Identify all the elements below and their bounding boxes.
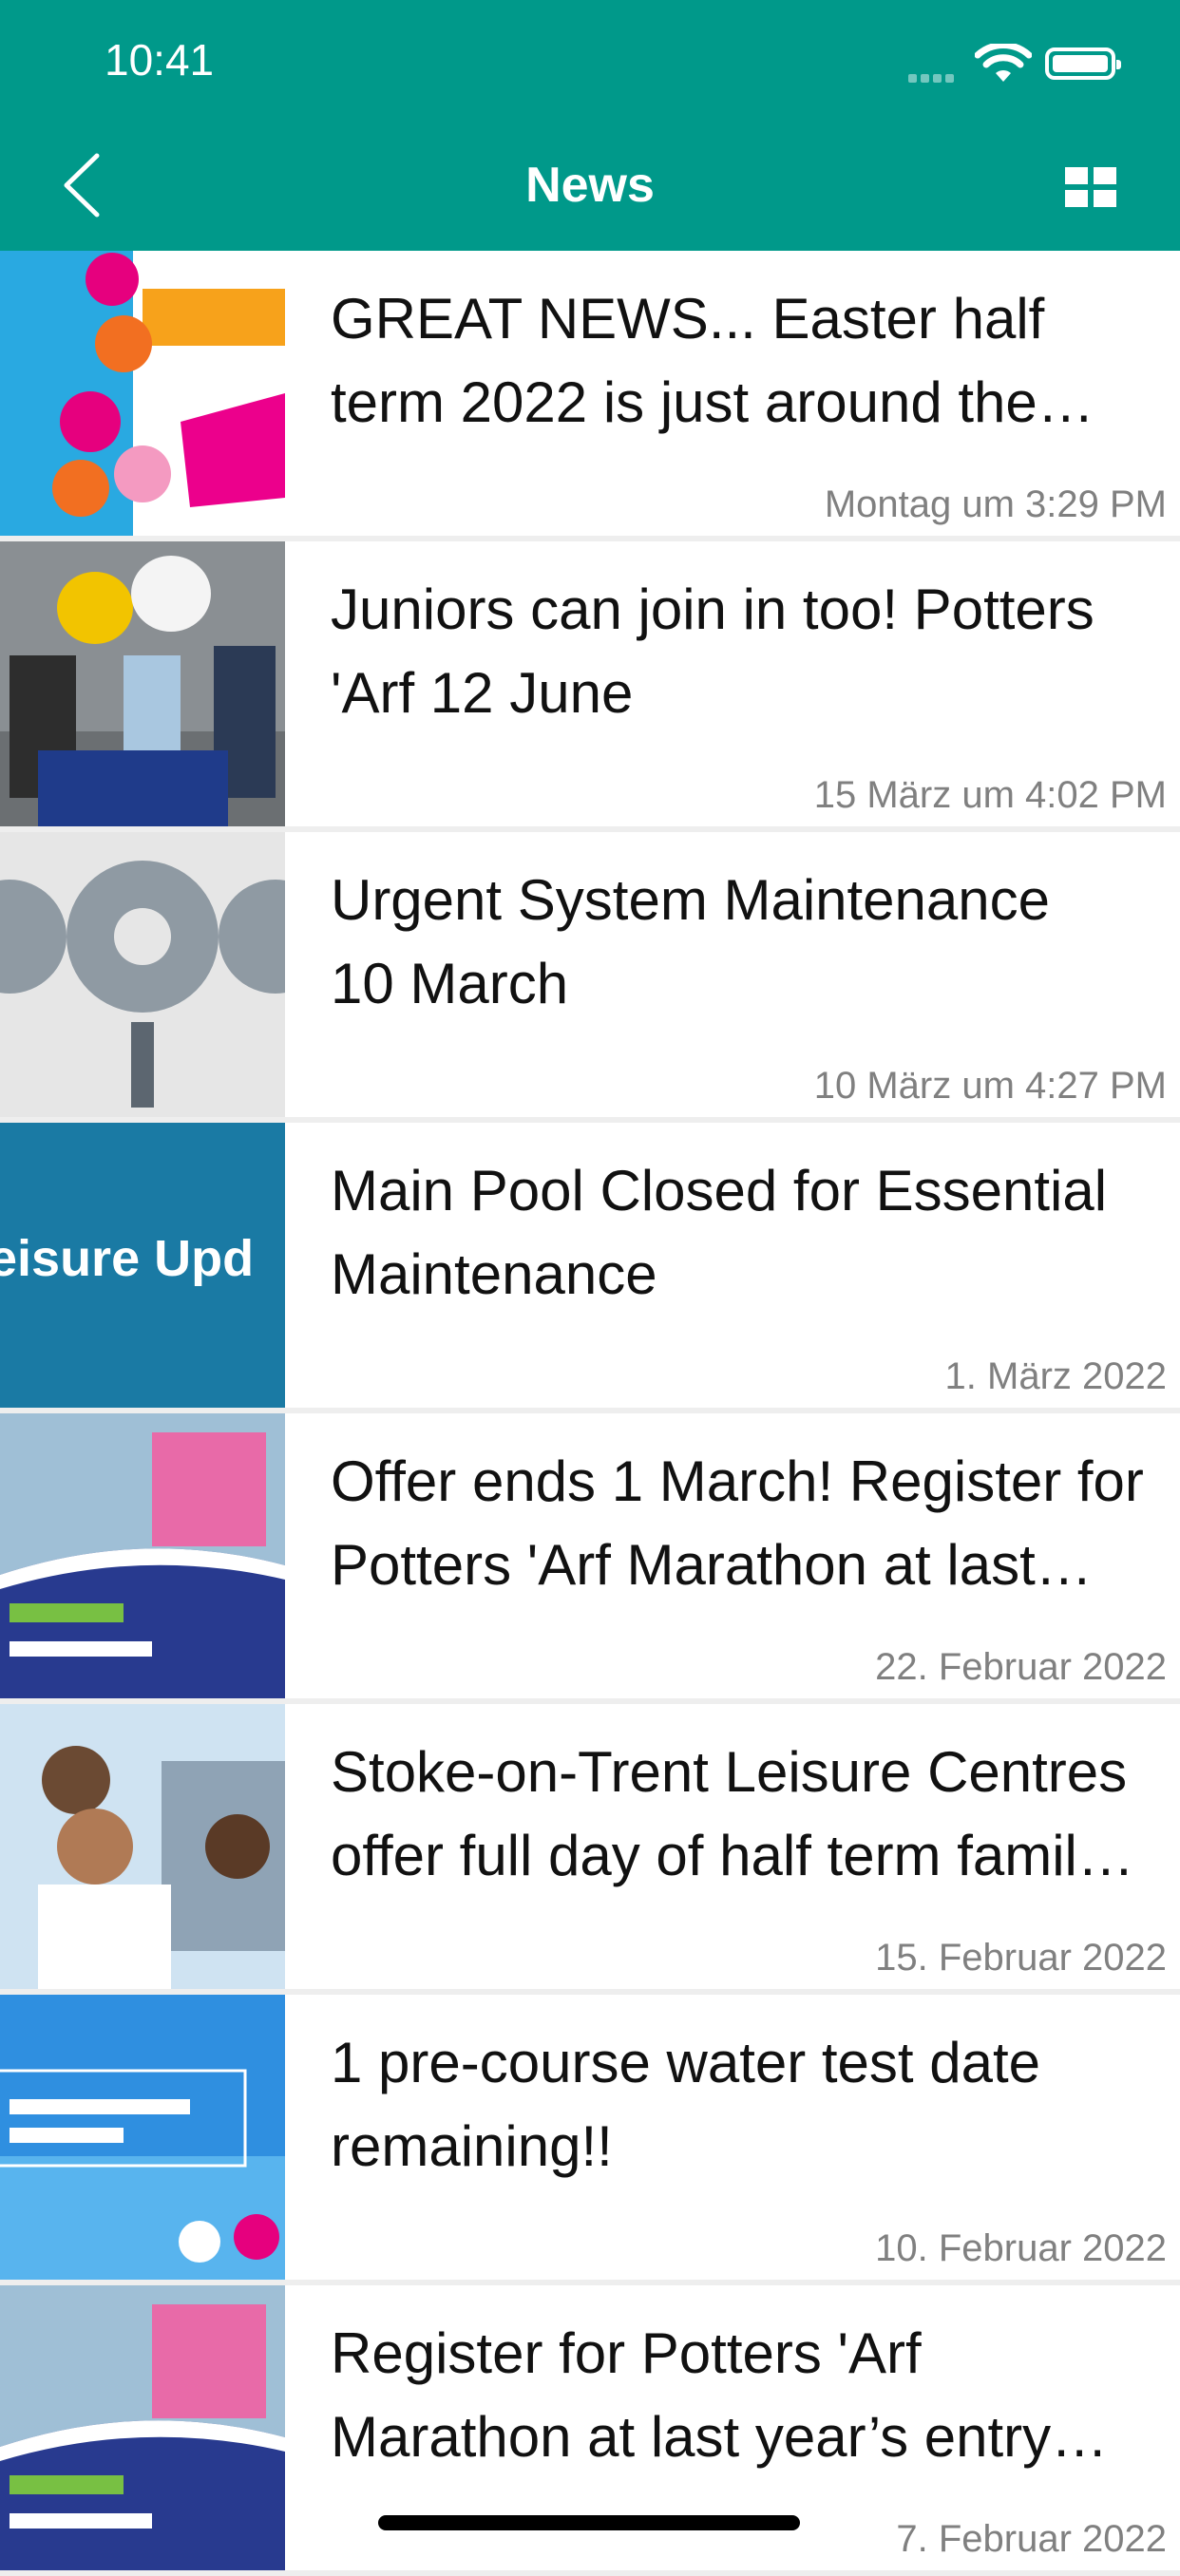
news-list: GREAT NEWS... Easter half term 2022 is j… (0, 251, 1180, 2576)
news-item[interactable]: Stoke-on-Trent Leisure Centres offer ful… (0, 1704, 1180, 1995)
news-date: 10. Februar 2022 (875, 2227, 1167, 2269)
news-item[interactable]: Register for Potters 'Arf Marathon at la… (0, 2285, 1180, 2576)
news-item[interactable]: eisure Upd Main Pool Closed for Essentia… (0, 1123, 1180, 1413)
news-title: Stoke-on-Trent Leisure Centres offer ful… (331, 1740, 1128, 1887)
news-item[interactable]: Urgent System Maintenance 10 March 10 Mä… (0, 832, 1180, 1123)
news-thumbnail (0, 2285, 285, 2570)
news-date: 15. Februar 2022 (875, 1937, 1167, 1979)
news-date: Montag um 3:29 PM (824, 483, 1167, 525)
news-title: Register for Potters 'Arf Marathon at la… (331, 2321, 1052, 2469)
news-title: GREAT NEWS... Easter half term 2022 is j… (331, 287, 1045, 434)
news-title: Juniors can join in too! Potters 'Arf 12… (331, 578, 1094, 725)
news-thumbnail: eisure Upd (0, 1123, 285, 1408)
news-thumbnail (0, 1704, 285, 1989)
news-title: Offer ends 1 March! Register for Potters… (331, 1449, 1144, 1597)
news-title: Urgent System Maintenance 10 March (331, 868, 1051, 1015)
home-indicator[interactable] (378, 2515, 800, 2530)
battery-icon (1045, 47, 1121, 80)
status-time: 10:41 (105, 35, 215, 85)
news-date: 10 März um 4:27 PM (813, 1065, 1167, 1107)
news-item[interactable]: Offer ends 1 March! Register for Potters… (0, 1413, 1180, 1704)
page-title: News (525, 158, 655, 213)
news-title: Main Pool Closed for Essential Maintenan… (331, 1159, 1108, 1306)
news-item[interactable]: 1 pre-course water test date remaining!!… (0, 1995, 1180, 2285)
news-thumbnail (0, 1995, 285, 2280)
news-title: 1 pre-course water test date remaining!! (331, 2031, 1041, 2178)
signal-icon (908, 70, 961, 83)
news-thumbnail (0, 251, 285, 536)
news-date: 15 März um 4:02 PM (813, 774, 1167, 816)
news-thumbnail (0, 541, 285, 826)
news-item[interactable]: GREAT NEWS... Easter half term 2022 is j… (0, 251, 1180, 541)
wifi-icon (975, 44, 1032, 82)
news-date: 7. Februar 2022 (896, 2518, 1167, 2560)
news-thumbnail (0, 1413, 285, 1698)
news-item[interactable]: Juniors can join in too! Potters 'Arf 12… (0, 541, 1180, 832)
thumbnail-banner-text: eisure Upd (0, 1230, 255, 1287)
news-date: 1. März 2022 (944, 1355, 1167, 1397)
news-thumbnail (0, 832, 285, 1117)
app-header: 10:41 News (0, 0, 1180, 251)
grid-view-icon[interactable] (1065, 167, 1116, 207)
news-date: 22. Februar 2022 (875, 1646, 1167, 1688)
